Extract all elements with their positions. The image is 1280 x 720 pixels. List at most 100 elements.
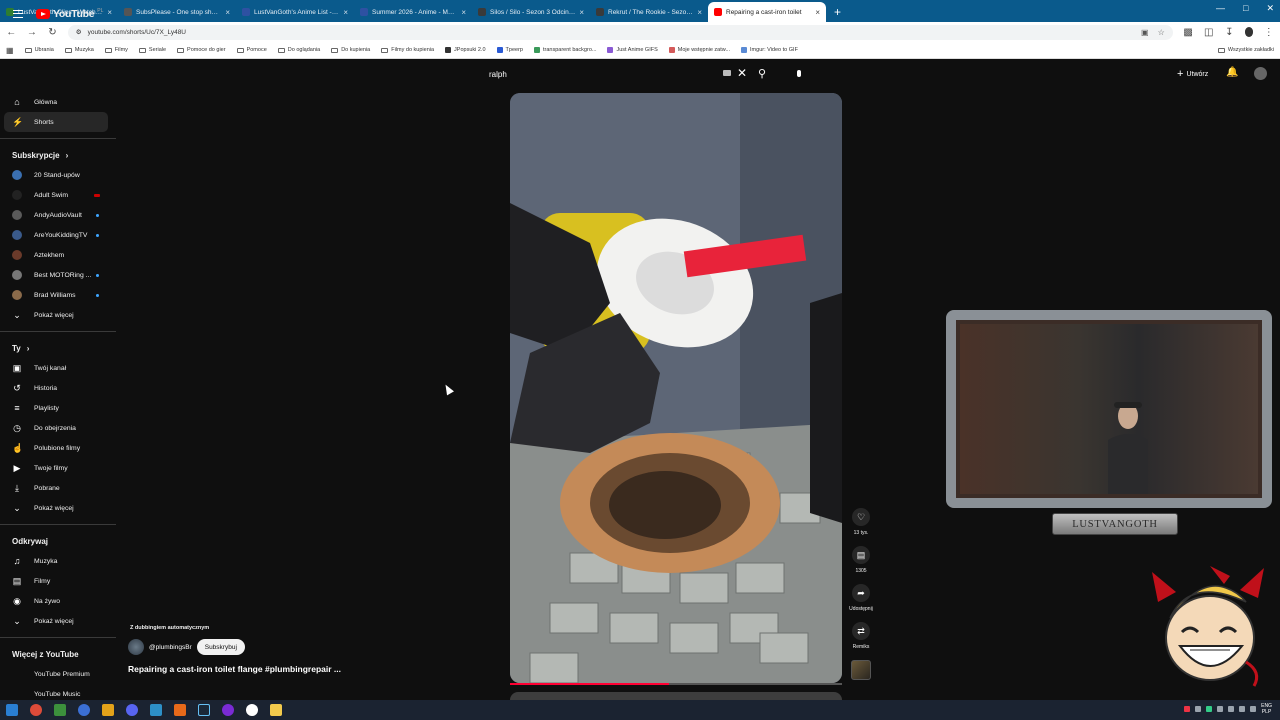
video-progress-bar[interactable]	[510, 683, 842, 685]
tab-close-icon[interactable]: ×	[343, 8, 348, 17]
tray-icon[interactable]	[1228, 706, 1235, 712]
bookmark-item[interactable]: JPopsuki 2.0	[445, 47, 486, 53]
short-video-player[interactable]	[510, 93, 842, 683]
show-more-button[interactable]: ⌄ Pokaż więcej	[0, 498, 120, 518]
subscription-item[interactable]: 20 Stand-upów	[0, 165, 120, 185]
browser-tab[interactable]: LustVanGoth's Anime List - My ×	[236, 2, 354, 22]
search-box[interactable]: ralph ✕	[483, 65, 753, 83]
tab-close-icon[interactable]: ×	[225, 8, 230, 17]
sidebar-item[interactable]: ◷ Do obejrzenia	[0, 418, 120, 438]
discord-icon[interactable]	[126, 704, 138, 716]
extensions-puzzle-icon[interactable]: ◫	[1203, 27, 1214, 38]
bookmark-item[interactable]: Filmy	[104, 47, 128, 53]
bookmark-item[interactable]: Pomoce do gier	[177, 47, 226, 53]
volume-icon[interactable]	[1250, 706, 1257, 712]
minimize-icon[interactable]: —	[1216, 3, 1225, 14]
clear-search-icon[interactable]: ✕	[737, 66, 747, 80]
tab-close-icon[interactable]: ×	[107, 8, 112, 17]
extension-icon[interactable]: ▩	[1183, 27, 1194, 38]
subscription-item[interactable]: AreYouKiddingTV	[0, 225, 120, 245]
search-icon[interactable]: ⚲	[758, 67, 766, 80]
file-explorer-icon[interactable]	[270, 704, 282, 716]
account-avatar[interactable]	[1254, 67, 1267, 80]
forward-icon[interactable]: →	[27, 27, 38, 38]
tray-icon[interactable]	[1195, 706, 1202, 712]
omnibox[interactable]: ⚙ youtube.com/shorts/Uc/7X_Ly48U ▣ ☆	[67, 24, 1173, 40]
sidebar-item[interactable]: ▤ Filmy	[0, 571, 120, 591]
sidebar-item[interactable]: ▣ Twój kanał	[0, 358, 120, 378]
bookmark-item[interactable]: Imgur: Video to GIF	[741, 47, 798, 53]
tray-icon[interactable]	[1206, 706, 1213, 712]
sidebar-item[interactable]: ≡ Playlisty	[0, 398, 120, 418]
sound-thumbnail[interactable]	[851, 660, 871, 680]
sidebar-item[interactable]: ☝ Polubione filmy	[0, 438, 120, 458]
browser-tab[interactable]: Silos / Silo - Sezon 3 Odcinek 2 ×	[472, 2, 590, 22]
voice-search-icon[interactable]	[792, 66, 806, 80]
obs-icon[interactable]	[102, 704, 114, 716]
chrome-icon[interactable]	[30, 704, 42, 716]
menu-dots-icon[interactable]: ⋮	[1263, 27, 1274, 38]
sidebar-item[interactable]: YouTube Premium	[0, 664, 120, 684]
bookmark-item[interactable]: Moje wstępnie zatw...	[668, 47, 730, 53]
subscription-item[interactable]: Brad Williams	[0, 285, 120, 305]
browser-tab[interactable]: Summer 2026 - Anime - MyAni ×	[354, 2, 472, 22]
spotify-icon[interactable]	[54, 704, 66, 716]
share-button[interactable]: ➦	[852, 584, 870, 602]
notifications-bell-icon[interactable]: 🔔	[1226, 67, 1238, 78]
browser-alt-icon[interactable]	[78, 704, 90, 716]
all-bookmarks[interactable]: Wszystkie zakładki	[1217, 47, 1274, 53]
bookmark-item[interactable]: Filmy do kupienia	[381, 47, 434, 53]
sidebar-item[interactable]: ⌂ Główna	[0, 92, 120, 112]
browser-tab[interactable]: SubsPlease - One stop shop fo ×	[118, 2, 236, 22]
new-tab-button[interactable]: +	[826, 2, 849, 22]
bookmark-item[interactable]: Ubrania	[24, 47, 54, 53]
apps-grid-icon[interactable]: ▦	[6, 46, 14, 55]
bookmark-star-icon[interactable]: ☆	[1158, 28, 1165, 37]
profile-avatar[interactable]	[1244, 27, 1254, 37]
url-text[interactable]: youtube.com/shorts/Uc/7X_Ly48U	[88, 29, 186, 36]
downloads-icon[interactable]: ↧	[1224, 27, 1235, 38]
tab-close-icon[interactable]: ×	[579, 8, 584, 17]
youtube-logo[interactable]: YouTube PL	[36, 8, 103, 20]
close-window-icon[interactable]: ✕	[1266, 3, 1274, 14]
keyboard-icon[interactable]	[723, 70, 731, 76]
like-button[interactable]: ♡	[852, 508, 870, 526]
tab-close-icon[interactable]: ×	[815, 8, 820, 17]
sidebar-section-header[interactable]: Subskrypcje ›	[0, 145, 120, 165]
channel-avatar[interactable]	[128, 639, 144, 655]
subscription-item[interactable]: Adult Swim	[0, 185, 120, 205]
sidebar-section-header[interactable]: Więcej z YouTube	[0, 644, 120, 664]
tray-icon[interactable]	[1217, 706, 1224, 712]
comments-button[interactable]: ▤	[852, 546, 870, 564]
reload-icon[interactable]: ↻	[47, 27, 58, 38]
next-short-preview[interactable]	[510, 692, 842, 700]
site-info-icon[interactable]: ⚙	[76, 28, 82, 36]
twitch-icon[interactable]	[222, 704, 234, 716]
settings-app-icon[interactable]	[246, 704, 258, 716]
bookmark-item[interactable]: Just Anime GIFS	[607, 47, 658, 53]
show-more-button[interactable]: ⌄ Pokaż więcej	[0, 305, 120, 325]
create-button[interactable]: + Utwórz	[1171, 66, 1214, 82]
bookmark-item[interactable]: Muzyka	[64, 47, 94, 53]
browser-tab[interactable]: Repairing a cast-iron toilet ×	[708, 2, 826, 22]
app-icon[interactable]	[150, 704, 162, 716]
subscription-item[interactable]: Aztekhem	[0, 245, 120, 265]
sidebar-item[interactable]: ▶ Twoje filmy	[0, 458, 120, 478]
cast-icon[interactable]: ▣	[1141, 28, 1149, 37]
subscription-item[interactable]: AndyAudioVault	[0, 205, 120, 225]
steam-icon[interactable]	[198, 704, 210, 716]
search-input[interactable]: ralph	[483, 70, 507, 79]
remix-button[interactable]: ⇄	[852, 622, 870, 640]
maximize-icon[interactable]: □	[1243, 3, 1248, 14]
bookmark-item[interactable]: Tpeerp	[496, 47, 523, 53]
sidebar-item[interactable]: ↺ Historia	[0, 378, 120, 398]
browser-tab[interactable]: Rekrut / The Rookie - Sezon 2 ×	[590, 2, 708, 22]
sidebar-section-header[interactable]: Ty ›	[0, 338, 120, 358]
sidebar-section-header[interactable]: Odkrywaj	[0, 531, 120, 551]
tab-close-icon[interactable]: ×	[461, 8, 466, 17]
subscription-item[interactable]: Best MOTORing ...	[0, 265, 120, 285]
tray-icon[interactable]	[1184, 706, 1191, 712]
sidebar-item[interactable]: ⤓ Pobrane	[0, 478, 120, 498]
sidebar-item[interactable]: ◉ Na żywo	[0, 591, 120, 611]
tab-close-icon[interactable]: ×	[697, 8, 702, 17]
